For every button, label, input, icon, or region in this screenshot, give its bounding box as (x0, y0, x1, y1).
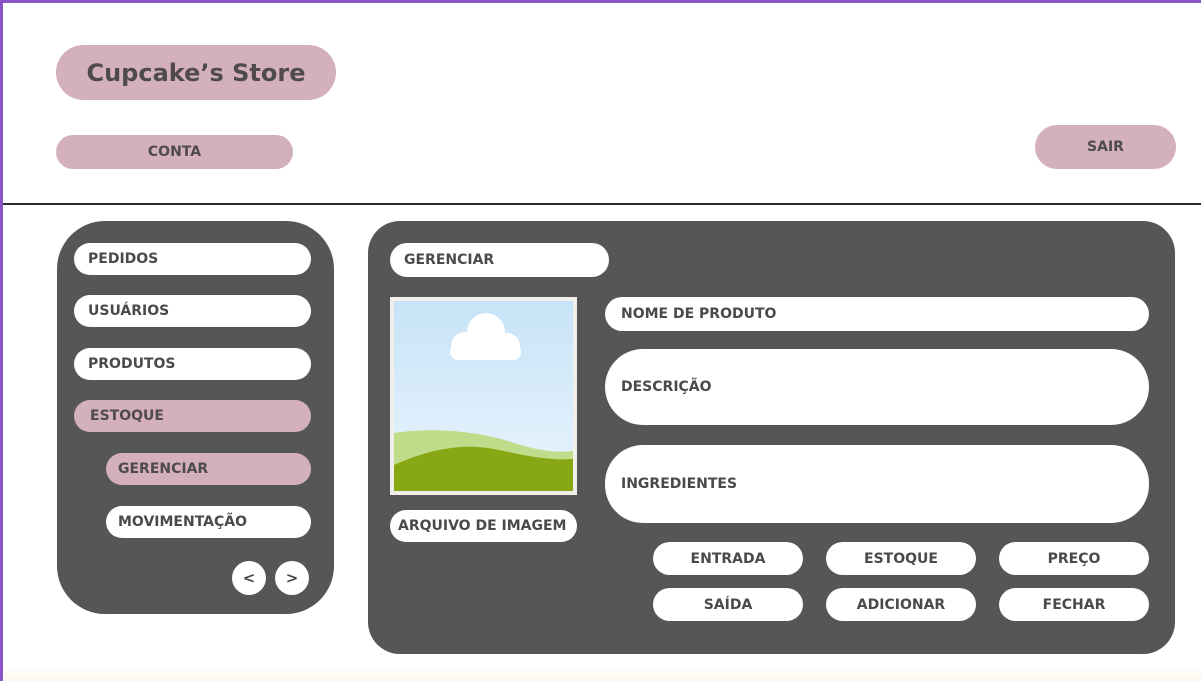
store-logo: Cupcake’s Store (56, 45, 336, 100)
sidebar-item-produtos[interactable]: PRODUTOS (74, 348, 311, 380)
saida-button[interactable]: SAÍDA (653, 588, 803, 621)
preco-button[interactable]: PREÇO (999, 542, 1149, 575)
logout-button[interactable]: SAIR (1035, 125, 1176, 169)
sidebar-item-pedidos[interactable]: PEDIDOS (74, 243, 311, 275)
manage-product-panel: GERENCIAR ARQUIVO DE IMAGEM NOME DE PROD… (368, 221, 1175, 654)
estoque-button[interactable]: ESTOQUE (826, 542, 976, 575)
next-page-button[interactable]: > (275, 561, 309, 595)
previous-page-button[interactable]: < (232, 561, 266, 595)
header-divider (3, 203, 1201, 205)
adicionar-button[interactable]: ADICIONAR (826, 588, 976, 621)
tab-gerenciar[interactable]: GERENCIAR (390, 243, 609, 277)
sidebar-item-usuarios[interactable]: USUÁRIOS (74, 295, 311, 327)
entrada-button[interactable]: ENTRADA (653, 542, 803, 575)
product-name-field[interactable]: NOME DE PRODUTO (605, 297, 1149, 331)
sidebar-subitem-movimentacao[interactable]: MOVIMENTAÇÃO (106, 506, 311, 538)
image-file-button[interactable]: ARQUIVO DE IMAGEM (390, 510, 577, 542)
bottom-strip (3, 666, 1201, 681)
landscape-image-icon[interactable] (390, 297, 577, 495)
sidebar-subitem-gerenciar[interactable]: GERENCIAR (106, 453, 311, 485)
description-field[interactable]: DESCRIÇÃO (605, 349, 1149, 425)
fechar-button[interactable]: FECHAR (999, 588, 1149, 621)
ingredients-field[interactable]: INGREDIENTES (605, 445, 1149, 523)
account-button[interactable]: CONTA (56, 135, 293, 169)
sidebar-panel: PEDIDOS USUÁRIOS PRODUTOS ESTOQUE GERENC… (57, 221, 334, 614)
sidebar-item-estoque[interactable]: ESTOQUE (74, 400, 311, 432)
